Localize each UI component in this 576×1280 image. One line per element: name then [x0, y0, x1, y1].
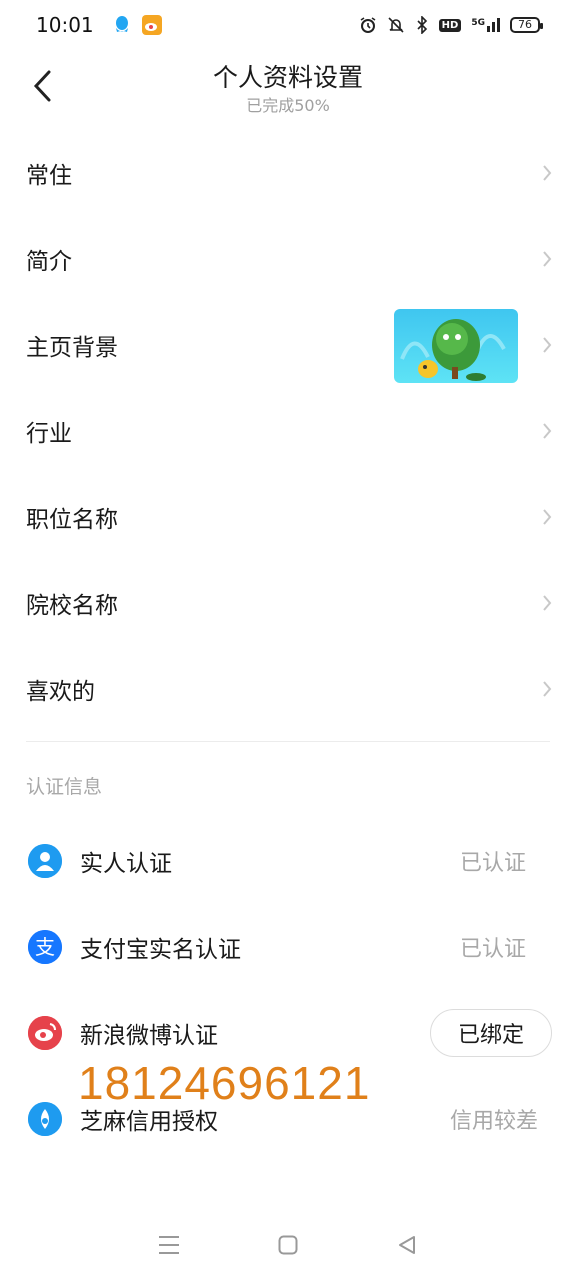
- verification-section-title: 认证信息: [26, 776, 103, 798]
- alarm-icon: [359, 16, 377, 34]
- signal-icon: 5G: [471, 18, 500, 32]
- verify-row-alipay[interactable]: 支 支付宝实名认证 已认证: [0, 904, 576, 990]
- settings-row-school[interactable]: 院校名称: [0, 560, 576, 646]
- profile-settings-page: 10:01 HD 5G 76 个人资料设置 已完成50% 常住 简介 主页背景 …: [0, 0, 576, 1280]
- system-nav-bar: [0, 1210, 576, 1280]
- chevron-right-icon: [543, 509, 552, 525]
- bluetooth-icon: [415, 16, 429, 34]
- alipay-icon: 支: [28, 930, 62, 964]
- sesame-icon: [28, 1102, 62, 1136]
- chevron-right-icon: [543, 423, 552, 439]
- weibo-icon: [28, 1016, 62, 1050]
- profile-settings-list: 常住 简介 主页背景 行业 职位名称 院校名称 喜欢的: [0, 130, 576, 732]
- chevron-right-icon: [543, 337, 552, 353]
- settings-row-label: 院校名称: [26, 593, 118, 619]
- qq-icon: [112, 15, 132, 35]
- settings-row-homepage-background[interactable]: 主页背景: [0, 302, 576, 388]
- status-time: 10:01: [36, 13, 94, 37]
- back-nav-button[interactable]: [387, 1225, 427, 1265]
- settings-row-label: 简介: [26, 249, 72, 275]
- verify-status: 信用较差: [449, 1109, 538, 1134]
- back-triangle-icon: [398, 1236, 415, 1254]
- menu-icon: [159, 1236, 180, 1254]
- settings-row-residence[interactable]: 常住: [0, 130, 576, 216]
- phone-number-watermark: 18124696121: [78, 1057, 371, 1109]
- home-square-icon: [278, 1235, 298, 1255]
- svg-text:支: 支: [35, 935, 55, 959]
- status-app-icons: [112, 15, 162, 35]
- settings-row-likes[interactable]: 喜欢的: [0, 646, 576, 732]
- weibo-bound-button[interactable]: 已绑定: [430, 1009, 552, 1057]
- chevron-right-icon: [543, 595, 552, 611]
- mute-icon: [387, 16, 405, 34]
- hd-icon: HD: [438, 18, 462, 32]
- settings-row-job-title[interactable]: 职位名称: [0, 474, 576, 560]
- settings-row-label: 常住: [26, 163, 72, 189]
- verify-label: 新浪微博认证: [80, 1023, 218, 1049]
- homepage-background-thumbnail[interactable]: [394, 309, 518, 383]
- completion-progress: 已完成50%: [246, 96, 330, 115]
- settings-row-industry[interactable]: 行业: [0, 388, 576, 474]
- verify-label: 实人认证: [80, 851, 172, 877]
- network-type: 5G: [471, 18, 485, 28]
- settings-row-bio[interactable]: 简介: [0, 216, 576, 302]
- battery-icon: 76: [510, 17, 543, 33]
- status-bar: 10:01 HD 5G 76: [0, 0, 576, 50]
- verify-row-real-person[interactable]: 实人认证 已认证: [0, 818, 576, 904]
- home-nav-button[interactable]: [268, 1225, 308, 1265]
- settings-row-label: 职位名称: [26, 507, 118, 533]
- verify-status: 已认证: [459, 851, 526, 876]
- settings-row-label: 行业: [26, 421, 72, 447]
- page-title: 个人资料设置: [212, 63, 363, 92]
- person-icon: [28, 844, 62, 878]
- verification-list: 实人认证 已认证 支 支付宝实名认证 已认证 新浪微博认证 已绑定 芝麻信用授权…: [0, 818, 576, 1162]
- settings-row-label: 喜欢的: [26, 679, 95, 705]
- verify-status: 已认证: [459, 937, 526, 962]
- chevron-right-icon: [543, 165, 552, 181]
- chevron-right-icon: [543, 681, 552, 697]
- verify-label: 支付宝实名认证: [80, 937, 241, 963]
- chevron-right-icon: [543, 251, 552, 267]
- settings-row-label: 主页背景: [26, 335, 118, 361]
- section-divider: [26, 741, 550, 742]
- status-indicators: HD 5G 76: [359, 16, 543, 34]
- menu-nav-button[interactable]: [149, 1225, 189, 1265]
- header: 个人资料设置 已完成50%: [0, 50, 576, 122]
- weibo-status-icon: [141, 15, 162, 35]
